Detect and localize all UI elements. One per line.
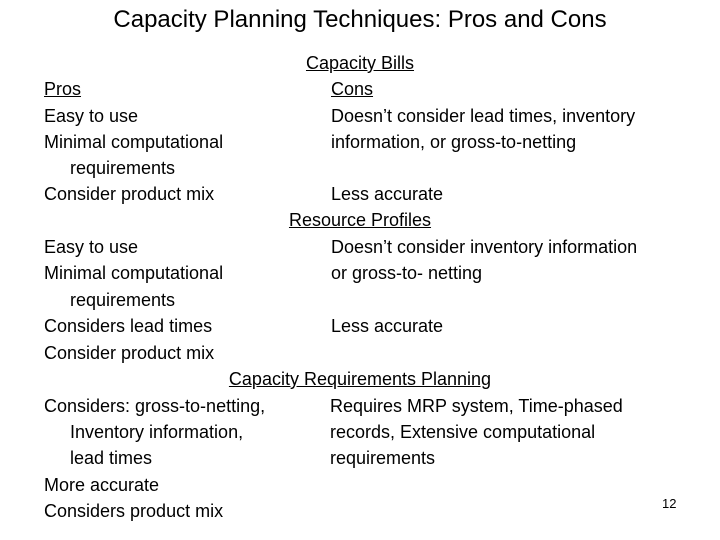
con-item: or gross-to- netting — [331, 263, 483, 283]
pro-item: Minimal computational — [44, 132, 224, 152]
con-item: Less accurate — [331, 184, 444, 204]
pro-item: Easy to use — [44, 106, 139, 126]
con-item: information, or gross-to-netting — [331, 132, 577, 152]
pro-item: requirements — [70, 290, 176, 310]
pro-item: Considers lead times — [44, 316, 213, 336]
con-item: Doesn’t consider lead times, inventory — [331, 106, 636, 126]
pros-label: Pros — [44, 79, 82, 99]
section-heading-resource-profiles: Resource Profiles — [288, 210, 432, 230]
con-item: Doesn’t consider inventory information — [331, 237, 638, 257]
pro-item: Consider product mix — [44, 184, 215, 204]
con-item: Requires MRP system, Time-phased — [330, 396, 623, 416]
pro-item: More accurate — [44, 475, 160, 495]
pro-item: Considers: gross-to-netting, — [44, 396, 266, 416]
pro-item: Considers product mix — [44, 501, 224, 521]
pro-item: Easy to use — [44, 237, 139, 257]
section-heading-capacity-requirements-planning: Capacity Requirements Planning — [228, 369, 492, 389]
cons-label: Cons — [331, 79, 374, 99]
section-heading-capacity-bills: Capacity Bills — [305, 53, 415, 73]
pro-item: lead times — [70, 448, 153, 468]
pro-item: Minimal computational — [44, 263, 224, 283]
con-item: records, Extensive computational — [330, 422, 596, 442]
slide-title: Capacity Planning Techniques: Pros and C… — [113, 6, 607, 33]
pro-item: requirements — [70, 158, 176, 178]
page-number: 12 — [662, 496, 677, 511]
pro-item: Consider product mix — [44, 343, 215, 363]
con-item: Less accurate — [331, 316, 444, 336]
pro-item: Inventory information, — [70, 422, 244, 442]
con-item: requirements — [330, 448, 436, 468]
